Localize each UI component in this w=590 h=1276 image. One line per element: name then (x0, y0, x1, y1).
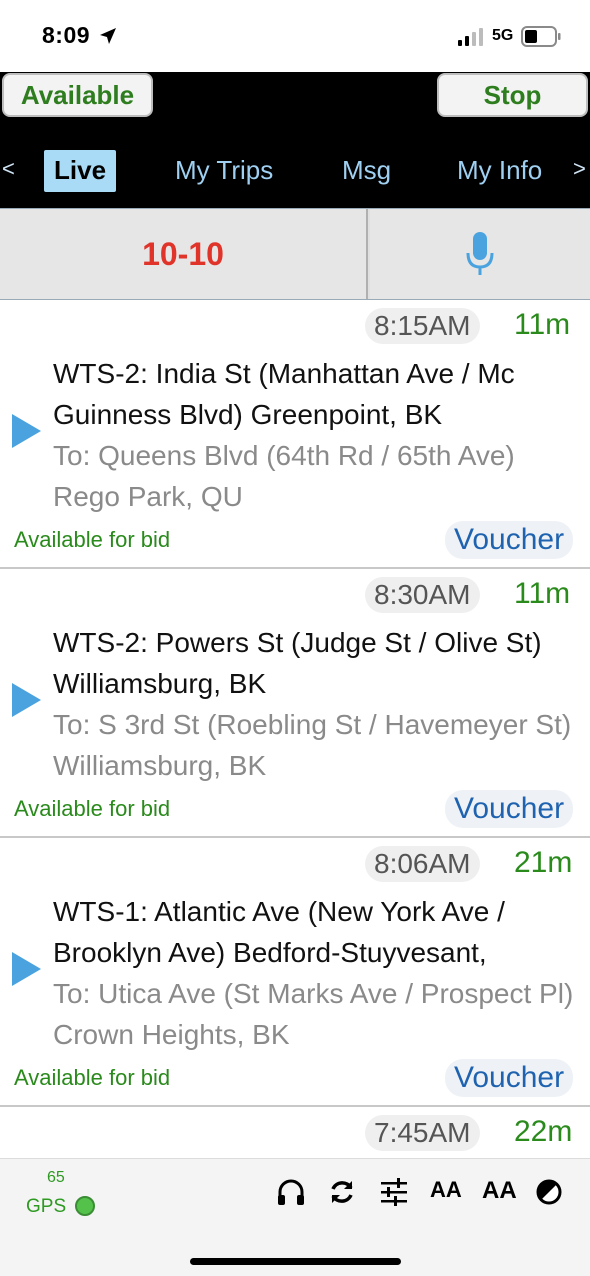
play-arrow-icon (12, 952, 41, 986)
nav-prev-arrow[interactable]: < (2, 156, 15, 182)
trip-list: 8:15AM 11m WTS-2: India St (Manhattan Av… (0, 300, 590, 1158)
trip-status: Available for bid (14, 796, 171, 821)
gps-status-dot (75, 1196, 95, 1216)
top-bar: Available Stop < Live My Trips Msg My In… (0, 72, 590, 208)
trip-eta: 11m (514, 308, 571, 341)
trip-dropoff: To: Utica Ave (St Marks Ave / Prospect P… (53, 978, 574, 1050)
trip-status: Available for bid (14, 1065, 171, 1090)
contrast-icon[interactable] (534, 1177, 564, 1207)
text-size-increase-button[interactable]: AA (482, 1177, 517, 1205)
trip-status: Available for bid (14, 527, 171, 552)
tab-bar: < Live My Trips Msg My Info > (0, 146, 590, 192)
tab-my-info[interactable]: My Info (457, 150, 542, 190)
gps-count: 65 (47, 1169, 65, 1186)
trip-time: 8:15AM (365, 308, 480, 344)
trip-time: 7:45AM (365, 1115, 480, 1151)
trip-time: 8:06AM (365, 846, 480, 882)
trip-pickup: WTS-2: India St (Manhattan Ave / Mc Guin… (53, 358, 515, 430)
location-arrow-icon (100, 28, 116, 44)
code-10-10-button[interactable]: 10-10 (0, 209, 368, 299)
trip-item[interactable]: 8:06AM 21m WTS-1: Atlantic Ave (New York… (0, 838, 590, 1107)
text-size-decrease-button[interactable]: AA (430, 1177, 462, 1203)
status-bar: 8:09 5G (0, 0, 590, 72)
voucher-button[interactable]: Voucher (445, 1059, 574, 1097)
microphone-button[interactable] (370, 209, 590, 299)
voucher-button[interactable]: Voucher (445, 521, 574, 559)
play-arrow-icon (12, 683, 41, 717)
trip-dropoff: To: Queens Blvd (64th Rd / 65th Ave) Reg… (53, 440, 515, 512)
headphones-icon[interactable] (276, 1177, 306, 1207)
trip-item[interactable]: 8:15AM 11m WTS-2: India St (Manhattan Av… (0, 300, 590, 569)
stop-button[interactable]: Stop (437, 73, 588, 117)
trip-item[interactable]: 8:30AM 11m WTS-2: Powers St (Judge St / … (0, 569, 590, 838)
trip-eta: 22m (514, 1115, 573, 1148)
play-arrow-icon (12, 414, 41, 448)
network-type-label: 5G (492, 27, 514, 44)
microphone-icon (466, 232, 494, 275)
trip-time: 8:30AM (365, 577, 480, 613)
nav-next-arrow[interactable]: > (573, 156, 586, 182)
tab-live[interactable]: Live (44, 150, 117, 192)
settings-sliders-icon[interactable] (379, 1177, 409, 1207)
tab-msg[interactable]: Msg (342, 150, 391, 190)
home-indicator (190, 1258, 401, 1265)
bottom-toolbar: 65 GPS AA AA (0, 1158, 590, 1276)
trip-pickup: WTS-2: Powers St (Judge St / Olive St) W… (53, 627, 542, 699)
voucher-button[interactable]: Voucher (445, 790, 574, 828)
battery-icon (521, 26, 561, 47)
available-button[interactable]: Available (2, 73, 153, 117)
trip-eta: 11m (514, 577, 571, 610)
cellular-signal-icon (458, 28, 483, 46)
gps-label: GPS (26, 1196, 67, 1217)
trip-eta: 21m (514, 846, 573, 879)
tab-my-trips[interactable]: My Trips (175, 150, 273, 190)
status-time: 8:09 (42, 22, 91, 48)
action-bar: 10-10 (0, 208, 590, 300)
trip-pickup: WTS-1: Atlantic Ave (New York Ave / Broo… (53, 896, 505, 968)
refresh-icon[interactable] (327, 1177, 357, 1207)
trip-dropoff: To: S 3rd St (Roebling St / Havemeyer St… (53, 709, 572, 781)
trip-item[interactable]: 7:45AM 22m (0, 1107, 590, 1158)
